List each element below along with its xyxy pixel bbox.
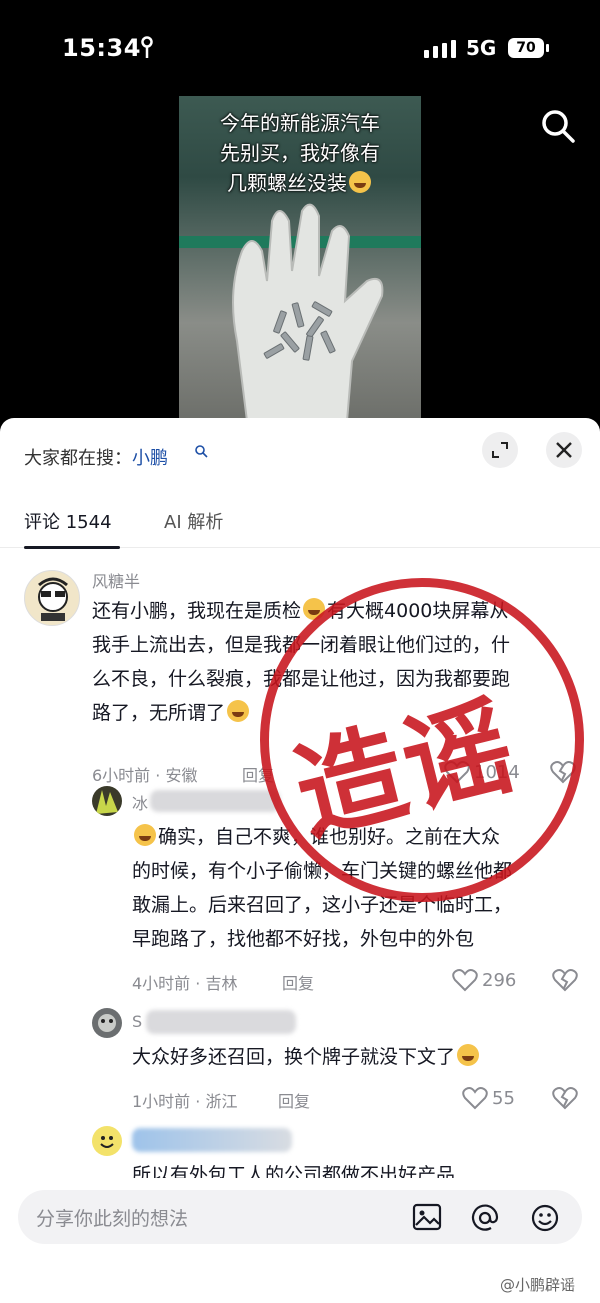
- small-search-icon: [195, 445, 208, 458]
- laugh-cry-emoji-icon: [134, 824, 156, 846]
- avatar-image: [98, 1014, 116, 1032]
- close-button[interactable]: [546, 432, 582, 468]
- comment-text: 大众好多还召回，换个牌子就没下文了: [132, 1040, 582, 1074]
- comment-meta: 6小时前 · 安徽: [92, 766, 198, 785]
- laugh-cry-emoji-icon: [303, 598, 326, 620]
- laugh-cry-emoji-icon: [227, 700, 250, 722]
- video-caption-line: 几颗螺丝没装: [187, 168, 413, 198]
- video-caption-line: 今年的新能源汽车: [220, 111, 380, 135]
- expand-icon: [492, 442, 508, 458]
- search-icon[interactable]: [540, 108, 576, 144]
- laugh-cry-emoji-icon: [457, 1044, 480, 1066]
- comment-meta: 1小时前 · 浙江: [132, 1092, 238, 1111]
- heart-icon[interactable]: [452, 968, 478, 992]
- avatar-image: [96, 790, 118, 814]
- reply-button[interactable]: 回复: [278, 1088, 310, 1112]
- active-tab-indicator: [24, 546, 120, 549]
- avatar[interactable]: [92, 786, 122, 816]
- image-icon[interactable]: [412, 1203, 442, 1231]
- dislike-icon[interactable]: [552, 1086, 578, 1110]
- comment-username[interactable]: S: [132, 1012, 142, 1031]
- avatar-image: [38, 577, 68, 621]
- battery-indicator: 70: [508, 38, 544, 58]
- comment-username[interactable]: 风糖半: [92, 568, 140, 592]
- comment-line: 么不良，什么裂痕，我都是让他过，因为我都要跑: [92, 668, 511, 690]
- emoji-icon[interactable]: [530, 1203, 560, 1233]
- heart-icon[interactable]: [462, 1086, 488, 1110]
- glove-with-screws-image: [232, 203, 384, 420]
- reply-item: 冰 确实，自己不爽，谁也别好。之前在大众 的时候，有个小子偷懒，车门关键的螺丝他…: [0, 784, 600, 994]
- close-icon: [556, 442, 572, 458]
- blurred-username: [146, 1010, 296, 1034]
- status-bar: 15:34 5G 70: [0, 0, 600, 96]
- comment-username[interactable]: 冰: [132, 790, 148, 814]
- status-time: 15:34: [62, 34, 141, 62]
- reply-button[interactable]: 回复: [282, 970, 314, 994]
- comment-meta: 4小时前 · 吉林: [132, 974, 238, 993]
- signal-icon: [424, 40, 456, 58]
- reply-button[interactable]: 回复: [242, 762, 274, 786]
- video-area[interactable]: 今年的新能源汽车 先别买，我好像有 几颗螺丝没装: [0, 96, 600, 436]
- comment-text: 还有小鹏，我现在是质检 有大概4000块屏幕从 我手上流出去，但是我都一闭着眼让他…: [92, 594, 582, 730]
- dislike-icon[interactable]: [550, 760, 576, 784]
- comment-item: 风糖半 还有小鹏，我现在是质检 有大概4000块屏幕从 我手上流出去，但是我都一闭…: [0, 566, 600, 785]
- network-type: 5G: [466, 36, 497, 60]
- avatar-image: [100, 1136, 114, 1148]
- heart-icon[interactable]: [444, 760, 470, 784]
- avatar[interactable]: [24, 570, 80, 626]
- like-count: 1014: [474, 762, 520, 783]
- comment-line: 的时候，有个小子偷懒，车门关键的螺丝他都: [132, 860, 513, 882]
- like-count: 296: [482, 970, 517, 991]
- comment-line: 早跑路了，找他都不好找，外包中的外包: [132, 928, 475, 950]
- comment-input-bar[interactable]: 分享你此刻的想法: [18, 1190, 582, 1244]
- mention-icon[interactable]: [470, 1203, 500, 1233]
- like-count: 55: [492, 1088, 515, 1109]
- comment-line: 确实，自己不爽，谁也别好。之前在大众: [132, 820, 582, 854]
- hot-search-label: 大家都在搜：: [24, 448, 132, 469]
- video-caption: 今年的新能源汽车 先别买，我好像有 几颗螺丝没装: [179, 108, 421, 198]
- watermark: @小鹏辟谣: [500, 1276, 576, 1294]
- battery-tip: [546, 44, 549, 52]
- comment-tabs: 评论 1544 AI 解析: [0, 502, 600, 548]
- video-caption-line: 先别买，我好像有: [220, 141, 380, 165]
- comment-text: 确实，自己不爽，谁也别好。之前在大众 的时候，有个小子偷懒，车门关键的螺丝他都 …: [132, 820, 582, 956]
- comment-line: 还有小鹏，我现在是质检 有大概4000块屏幕从: [92, 598, 509, 622]
- video-frame[interactable]: 今年的新能源汽车 先别买，我好像有 几颗螺丝没装: [179, 96, 421, 420]
- location-icon: [141, 36, 153, 58]
- tab-ai-analysis[interactable]: AI 解析: [164, 508, 223, 534]
- sweat-smile-emoji-icon: [349, 171, 371, 193]
- comment-input[interactable]: 分享你此刻的想法: [36, 1204, 188, 1231]
- tab-comments[interactable]: 评论 1544: [24, 508, 112, 534]
- comment-line: 路了，无所谓了: [92, 696, 582, 730]
- reply-item: S 大众好多还召回，换个牌子就没下文了 1小时前 · 浙江 回复 55: [0, 1006, 600, 1116]
- comment-line: 我手上流出去，但是我都一闭着眼让他们过的，什: [92, 634, 511, 656]
- comments-panel: 大家都在搜：小鹏 评论 1544 AI 解析 风糖半 还有小鹏，我现在是质检 有…: [0, 418, 600, 1303]
- avatar[interactable]: [92, 1008, 122, 1038]
- avatar[interactable]: [92, 1126, 122, 1156]
- expand-button[interactable]: [482, 432, 518, 468]
- blurred-username: [150, 790, 280, 812]
- dislike-icon[interactable]: [552, 968, 578, 992]
- hot-search[interactable]: 大家都在搜：小鹏: [24, 444, 168, 470]
- hot-search-link[interactable]: 小鹏: [132, 448, 168, 469]
- comment-line: 大众好多还召回，换个牌子就没下文了: [132, 1040, 582, 1074]
- blurred-username: [132, 1128, 292, 1152]
- comment-line: 敢漏上。后来召回了，这小子还是个临时工，: [132, 894, 513, 916]
